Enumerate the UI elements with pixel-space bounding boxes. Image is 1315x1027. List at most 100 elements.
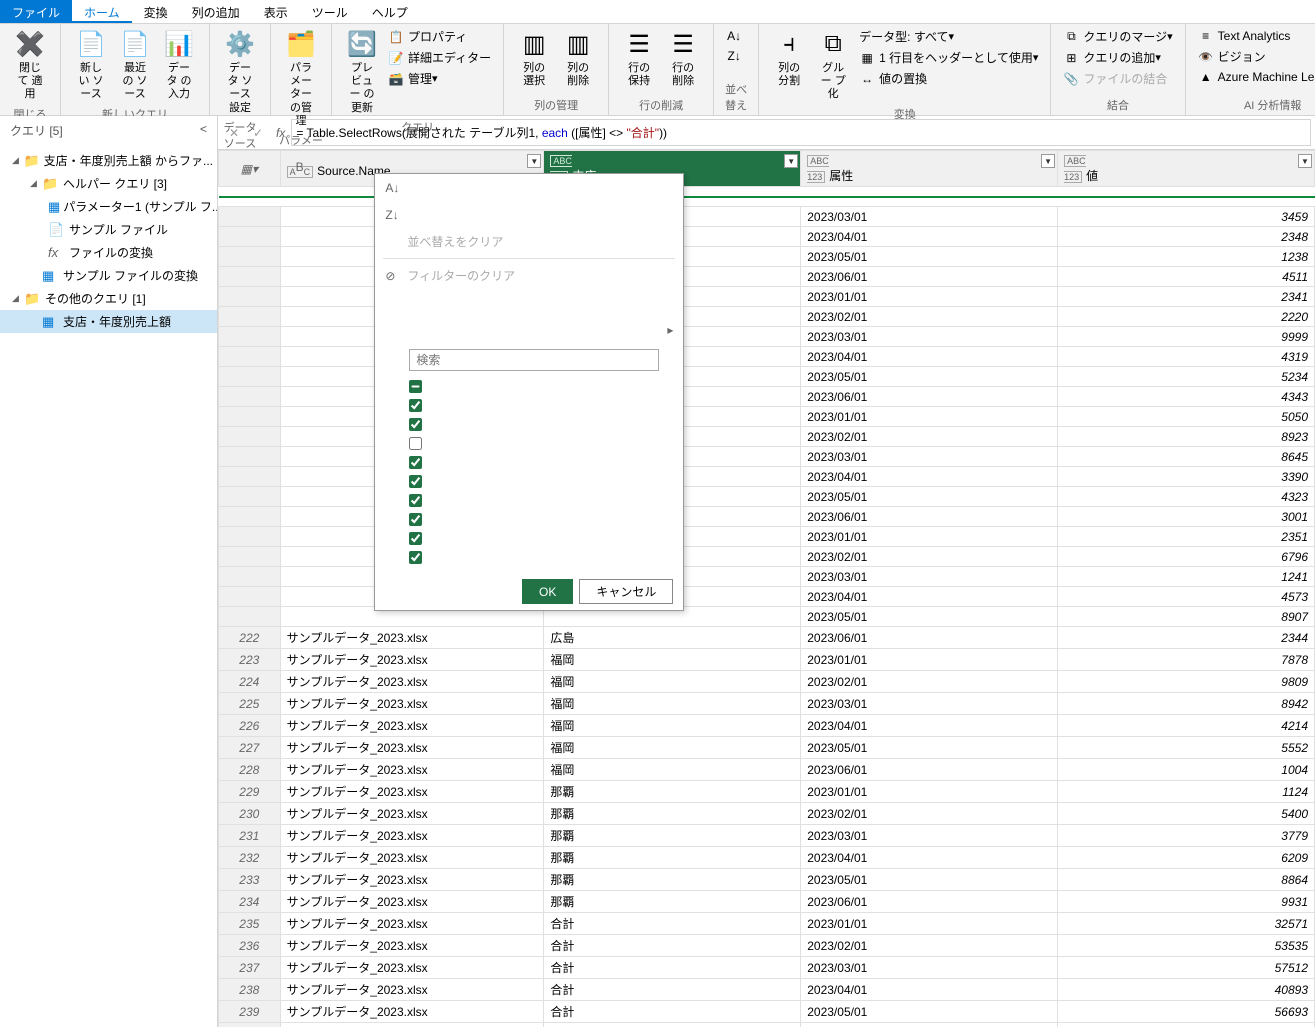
table-row[interactable]: 240 サンプルデータ_2023.xlsx 合計 2023/06/01 3107…: [219, 1023, 1315, 1027]
ok-button[interactable]: OK: [522, 579, 573, 604]
check-item[interactable]: 福岡: [409, 548, 659, 567]
table-row[interactable]: 224 サンプルデータ_2023.xlsx 福岡 2023/02/01 9809: [219, 671, 1315, 693]
filter-dropdown-icon[interactable]: ▼: [527, 154, 541, 168]
menu-transform[interactable]: 変換: [132, 0, 180, 23]
filter-search-input[interactable]: [409, 349, 659, 371]
table-row[interactable]: 230 サンプルデータ_2023.xlsx 那覇 2023/02/01 5400: [219, 803, 1315, 825]
menu-addcolumn[interactable]: 列の追加: [180, 0, 252, 23]
tree-item-selected-query[interactable]: ▦支店・年度別売上額: [0, 310, 217, 333]
table-row[interactable]: 237 サンプルデータ_2023.xlsx 合計 2023/03/01 5751…: [219, 957, 1315, 979]
checkbox[interactable]: [409, 456, 422, 469]
checkbox[interactable]: [409, 532, 422, 545]
azure-ml-button[interactable]: ▲Azure Machine Learning: [1194, 67, 1315, 87]
formula-cancel-icon[interactable]: ✕: [222, 121, 246, 145]
sort-asc-button[interactable]: A↓: [722, 26, 750, 46]
menu-tools[interactable]: ツール: [300, 0, 360, 23]
manage-button[interactable]: 🗃️管理 ▾: [384, 68, 495, 89]
remove-rows-button[interactable]: ☰行の 削除: [661, 26, 705, 90]
table-row[interactable]: 233 サンプルデータ_2023.xlsx 那覇 2023/05/01 8864: [219, 869, 1315, 891]
menu-view[interactable]: 表示: [252, 0, 300, 23]
sort-asc-menuitem[interactable]: A↓昇順で並べ替え: [375, 174, 683, 201]
table-row[interactable]: 229 サンプルデータ_2023.xlsx 那覇 2023/01/01 1124: [219, 781, 1315, 803]
merge-queries-button[interactable]: ⧉クエリのマージ ▾: [1059, 26, 1176, 47]
enter-data-button[interactable]: 📊データ の入力: [157, 26, 201, 104]
menu-home[interactable]: ホーム: [72, 0, 132, 23]
tree-item-param1[interactable]: ▦パラメーター1 (サンプル フ...: [0, 195, 217, 218]
col-header-branch[interactable]: ABC123支店▼ A↓昇順で並べ替え Z↓降順で並べ替え 並べ替えをクリア ⊘…: [544, 151, 801, 187]
use-first-row-button[interactable]: ▦1 行目をヘッダーとして使用 ▾: [855, 47, 1042, 68]
check-item[interactable]: 広島: [409, 491, 659, 510]
checkbox[interactable]: [409, 418, 422, 431]
remove-columns-button[interactable]: ▥列の 削除: [556, 26, 600, 90]
properties-button[interactable]: 📋プロパティ: [384, 26, 495, 47]
tree-item-file-transform[interactable]: fxファイルの変換: [0, 241, 217, 264]
col-header-attribute[interactable]: ABC123属性▼: [801, 151, 1058, 187]
table-row[interactable]: 234 サンプルデータ_2023.xlsx 那覇 2023/06/01 9931: [219, 891, 1315, 913]
table-row[interactable]: 223 サンプルデータ_2023.xlsx 福岡 2023/01/01 7878: [219, 649, 1315, 671]
table-row[interactable]: 227 サンプルデータ_2023.xlsx 福岡 2023/05/01 5552: [219, 737, 1315, 759]
data-grid[interactable]: ▦▾ ABCSource.Name▼ ABC123支店▼ A↓昇順で並べ替え Z…: [218, 150, 1315, 1027]
corner-cell[interactable]: ▦▾: [219, 151, 281, 187]
table-row[interactable]: 235 サンプルデータ_2023.xlsx 合計 2023/01/01 3257…: [219, 913, 1315, 935]
new-source-button[interactable]: 📄新しい ソース: [69, 26, 113, 104]
checkbox[interactable]: [409, 399, 422, 412]
check-select-all[interactable]: (すべて選択): [409, 377, 659, 396]
filter-dropdown-icon[interactable]: ▼: [1041, 154, 1055, 168]
filter-dropdown-icon[interactable]: ▼: [1298, 154, 1312, 168]
close-apply-button[interactable]: ✖️ 閉じて 適用: [8, 26, 52, 104]
table-row[interactable]: 232 サンプルデータ_2023.xlsx 那覇 2023/04/01 6209: [219, 847, 1315, 869]
checkbox[interactable]: [409, 475, 422, 488]
collapse-panel-icon[interactable]: <: [200, 122, 207, 139]
table-row[interactable]: 225 サンプルデータ_2023.xlsx 福岡 2023/03/01 8942: [219, 693, 1315, 715]
check-item[interactable]: 新宿: [409, 510, 659, 529]
tree-folder-main[interactable]: ◢📁支店・年度別売上額 からファ...: [0, 149, 217, 172]
check-item[interactable]: 大阪: [409, 472, 659, 491]
menu-file[interactable]: ファイル: [0, 0, 72, 23]
check-item[interactable]: 札幌: [409, 529, 659, 548]
formula-input[interactable]: = Table.SelectRows(展開された テーブル列1, each ([…: [291, 119, 1311, 146]
text-analytics-button[interactable]: ≡Text Analytics: [1194, 26, 1315, 46]
choose-columns-button[interactable]: ▥列の 選択: [512, 26, 556, 90]
checkbox[interactable]: [409, 551, 422, 564]
check-item[interactable]: 合計: [409, 434, 659, 453]
tree-folder-other[interactable]: ◢📁その他のクエリ [1]: [0, 287, 217, 310]
check-item[interactable]: 京都: [409, 396, 659, 415]
table-row[interactable]: 236 サンプルデータ_2023.xlsx 合計 2023/02/01 5353…: [219, 935, 1315, 957]
text-filters-menuitem[interactable]: テキスト フィルター▸: [375, 316, 683, 343]
vision-button[interactable]: 👁️ビジョン: [1194, 46, 1315, 67]
sort-desc-menuitem[interactable]: Z↓降順で並べ替え: [375, 201, 683, 228]
remove-empty-menuitem[interactable]: 空の削除: [375, 289, 683, 316]
datatype-button[interactable]: データ型: すべて ▾: [855, 26, 1042, 47]
checkbox[interactable]: [409, 437, 422, 450]
table-row[interactable]: 222 サンプルデータ_2023.xlsx 広島 2023/06/01 2344: [219, 627, 1315, 649]
check-item[interactable]: 仙台: [409, 415, 659, 434]
replace-values-button[interactable]: ↔値の置換: [855, 68, 1042, 89]
group-by-button[interactable]: ⧉グルー プ化: [811, 26, 855, 104]
filter-dropdown-icon[interactable]: ▼: [784, 154, 798, 168]
advanced-editor-button[interactable]: 📝詳細エディター: [384, 47, 495, 68]
refresh-preview-button[interactable]: 🔄プレビュー の更新: [340, 26, 384, 117]
menu-help[interactable]: ヘルプ: [360, 0, 420, 23]
recent-sources-button[interactable]: 📄最近の ソース: [113, 26, 157, 104]
checkbox-select-all[interactable]: [409, 380, 422, 393]
table-row[interactable]: 226 サンプルデータ_2023.xlsx 福岡 2023/04/01 4214: [219, 715, 1315, 737]
tree-folder-helper[interactable]: ◢📁ヘルパー クエリ [3]: [0, 172, 217, 195]
append-queries-button[interactable]: ⊞クエリの追加 ▾: [1059, 47, 1176, 68]
col-header-value[interactable]: ABC123値▼: [1058, 151, 1315, 187]
table-row[interactable]: 228 サンプルデータ_2023.xlsx 福岡 2023/06/01 1004: [219, 759, 1315, 781]
checkbox[interactable]: [409, 513, 422, 526]
checkbox[interactable]: [409, 494, 422, 507]
manage-params-button[interactable]: 🗂️パラメーター の管理: [279, 26, 323, 130]
keep-rows-button[interactable]: ☰行の 保持: [617, 26, 661, 90]
tree-item-sample-file[interactable]: 📄サンプル ファイル: [0, 218, 217, 241]
split-column-button[interactable]: ⫞列の 分割: [767, 26, 811, 90]
table-row[interactable]: 238 サンプルデータ_2023.xlsx 合計 2023/04/01 4089…: [219, 979, 1315, 1001]
tree-item-sample-transform[interactable]: ▦サンプル ファイルの変換: [0, 264, 217, 287]
data-source-settings-button[interactable]: ⚙️データ ソ ース設定: [218, 26, 262, 117]
cancel-button[interactable]: キャンセル: [579, 579, 673, 604]
table-row[interactable]: 239 サンプルデータ_2023.xlsx 合計 2023/05/01 5669…: [219, 1001, 1315, 1023]
sort-desc-button[interactable]: Z↓: [722, 46, 750, 66]
formula-commit-icon[interactable]: ✓: [246, 121, 270, 145]
table-row[interactable]: 231 サンプルデータ_2023.xlsx 那覇 2023/03/01 3779: [219, 825, 1315, 847]
check-item[interactable]: 名古屋: [409, 453, 659, 472]
